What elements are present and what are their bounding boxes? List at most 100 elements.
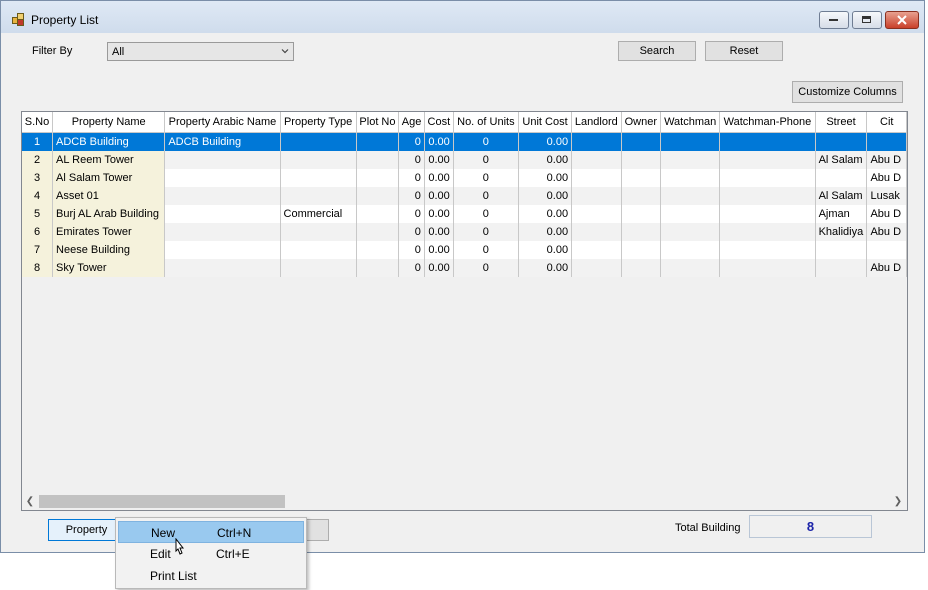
cell-watchman-phone[interactable] — [719, 259, 816, 277]
scroll-right-icon[interactable]: ❯ — [893, 496, 903, 507]
cell-unit-cost[interactable]: 0.00 — [518, 241, 573, 259]
column-header[interactable]: Watchman — [660, 112, 721, 133]
cell-units[interactable]: 0 — [453, 259, 519, 277]
cell-age[interactable]: 0 — [398, 259, 425, 277]
column-header[interactable]: Property Name — [52, 112, 166, 133]
cell-street[interactable]: Ajman — [815, 205, 868, 223]
cell-street[interactable]: Al Salam — [815, 187, 868, 205]
cell-unit-cost[interactable]: 0.00 — [518, 259, 573, 277]
cell-name[interactable]: Burj AL Arab Building — [52, 205, 166, 223]
cell-arabic[interactable] — [164, 241, 281, 259]
cell-landlord[interactable] — [571, 205, 622, 223]
cell-type[interactable] — [280, 187, 357, 205]
cell-owner[interactable] — [621, 259, 662, 277]
cell-plot[interactable] — [356, 132, 400, 151]
cell-landlord[interactable] — [571, 223, 622, 241]
cell-sno[interactable]: 5 — [22, 205, 54, 223]
filter-select[interactable]: All — [107, 42, 294, 61]
column-header[interactable]: Street — [815, 112, 868, 133]
cell-cost[interactable]: 0.00 — [424, 151, 454, 169]
table-row[interactable]: 5 Burj AL Arab Building Commercial 0 0.00 0 0.… — [22, 205, 907, 223]
cell-unit-cost[interactable]: 0.00 — [518, 169, 573, 187]
cell-units[interactable]: 0 — [453, 169, 519, 187]
cell-city[interactable]: Abu D — [866, 259, 907, 277]
cell-owner[interactable] — [621, 169, 662, 187]
cell-city[interactable]: Abu D — [866, 205, 907, 223]
cell-type[interactable] — [280, 132, 357, 151]
table-row[interactable]: 2 AL Reem Tower 0 0.00 0 0.00 Al Salam Abu D — [22, 151, 907, 169]
cell-name[interactable]: Asset 01 — [52, 187, 166, 205]
cell-plot[interactable] — [356, 169, 400, 187]
cell-landlord[interactable] — [571, 241, 622, 259]
cell-owner[interactable] — [621, 205, 662, 223]
cell-owner[interactable] — [621, 132, 662, 151]
cell-watchman[interactable] — [660, 223, 721, 241]
cell-street[interactable] — [815, 259, 868, 277]
cell-units[interactable]: 0 — [453, 132, 519, 151]
cell-landlord[interactable] — [571, 151, 622, 169]
cell-plot[interactable] — [356, 151, 400, 169]
horizontal-scrollbar[interactable]: ❮ ❯ — [22, 493, 907, 510]
cell-arabic[interactable] — [164, 169, 281, 187]
cell-type[interactable] — [280, 151, 357, 169]
cell-city[interactable] — [866, 132, 907, 151]
column-header[interactable]: No. of Units — [453, 112, 519, 133]
cell-watchman[interactable] — [660, 259, 721, 277]
menu-item-new[interactable]: New Ctrl+N — [118, 521, 304, 543]
cell-arabic[interactable] — [164, 205, 281, 223]
cell-unit-cost[interactable]: 0.00 — [518, 205, 573, 223]
cell-type[interactable]: Commercial — [280, 205, 357, 223]
table-row[interactable]: 3 Al Salam Tower 0 0.00 0 0.00 Abu D — [22, 169, 907, 187]
cell-sno[interactable]: 6 — [22, 223, 54, 241]
cell-watchman-phone[interactable] — [719, 241, 816, 259]
cell-watchman[interactable] — [660, 205, 721, 223]
column-header[interactable]: Cit — [866, 112, 907, 133]
column-header[interactable]: Plot No — [356, 112, 400, 133]
cell-owner[interactable] — [621, 241, 662, 259]
cell-units[interactable]: 0 — [453, 187, 519, 205]
cell-cost[interactable]: 0.00 — [424, 241, 454, 259]
cell-street[interactable] — [815, 241, 868, 259]
cell-plot[interactable] — [356, 187, 400, 205]
cell-sno[interactable]: 4 — [22, 187, 54, 205]
table-row[interactable]: 1 ADCB Building ADCB Building 0 0.00 0 0.00 — [22, 132, 907, 151]
cell-arabic[interactable]: ADCB Building — [164, 132, 281, 151]
cell-city[interactable]: Lusak — [866, 187, 907, 205]
cell-arabic[interactable] — [164, 259, 281, 277]
cell-type[interactable] — [280, 223, 357, 241]
cell-cost[interactable]: 0.00 — [424, 187, 454, 205]
column-header[interactable]: Property Arabic Name — [164, 112, 281, 133]
table-row[interactable]: 4 Asset 01 0 0.00 0 0.00 Al Salam Lusak — [22, 187, 907, 205]
cell-type[interactable] — [280, 241, 357, 259]
cell-unit-cost[interactable]: 0.00 — [518, 223, 573, 241]
menu-item-print-list[interactable]: Print List — [118, 565, 304, 587]
search-button[interactable]: Search — [618, 41, 696, 61]
cell-unit-cost[interactable]: 0.00 — [518, 151, 573, 169]
maximize-button[interactable] — [852, 11, 882, 29]
cell-plot[interactable] — [356, 223, 400, 241]
property-grid[interactable]: S.No Property Name Property Arabic Name Pro… — [21, 111, 908, 511]
cell-name[interactable]: Emirates Tower — [52, 223, 166, 241]
property-button[interactable]: Property — [48, 519, 125, 541]
cell-watchman-phone[interactable] — [719, 205, 816, 223]
cell-cost[interactable]: 0.00 — [424, 223, 454, 241]
cell-unit-cost[interactable]: 0.00 — [518, 132, 573, 151]
cell-name[interactable]: Sky Tower — [52, 259, 166, 277]
cell-owner[interactable] — [621, 223, 662, 241]
cell-units[interactable]: 0 — [453, 241, 519, 259]
cell-age[interactable]: 0 — [398, 151, 425, 169]
cell-plot[interactable] — [356, 241, 400, 259]
cell-sno[interactable]: 1 — [22, 132, 54, 151]
column-header[interactable]: Cost — [424, 112, 454, 133]
cell-plot[interactable] — [356, 205, 400, 223]
cell-units[interactable]: 0 — [453, 223, 519, 241]
column-header[interactable]: Age — [398, 112, 425, 133]
column-header[interactable]: Watchman-Phone — [719, 112, 816, 133]
cell-owner[interactable] — [621, 151, 662, 169]
cell-watchman[interactable] — [660, 151, 721, 169]
cell-sno[interactable]: 2 — [22, 151, 54, 169]
close-button[interactable] — [885, 11, 919, 29]
cell-age[interactable]: 0 — [398, 205, 425, 223]
table-row[interactable]: 6 Emirates Tower 0 0.00 0 0.00 Khalidiya Abu D — [22, 223, 907, 241]
cell-cost[interactable]: 0.00 — [424, 259, 454, 277]
